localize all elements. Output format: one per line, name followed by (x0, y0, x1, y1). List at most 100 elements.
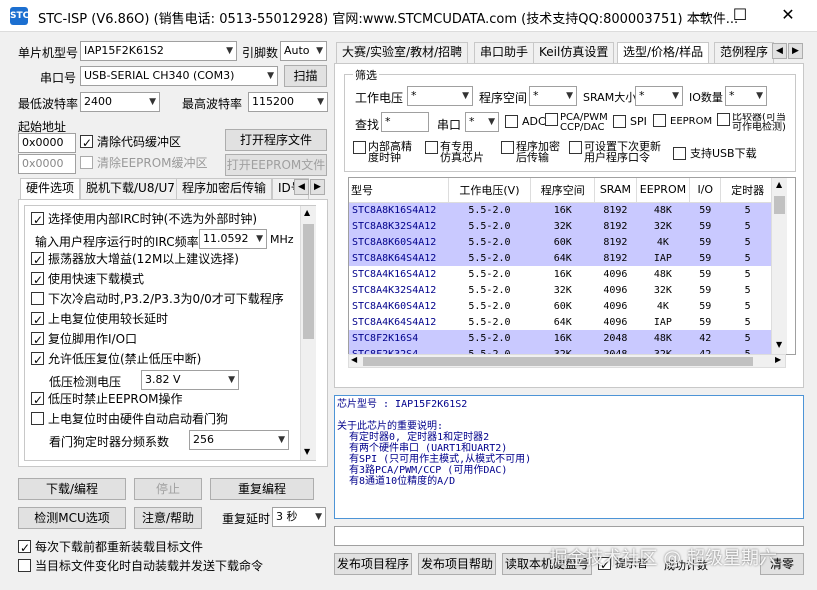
table-cell: 59 (689, 234, 721, 250)
scroll-down-icon[interactable]: ▼ (776, 340, 782, 349)
clear-code-checkbox[interactable]: 清除代码缓冲区 (80, 132, 181, 153)
comparator-checkbox[interactable]: 比较器(可当 可作电检测) (717, 113, 797, 133)
watchdog-divider-select[interactable]: 256 ▼ (189, 430, 289, 450)
table-row[interactable]: STC8A4K32S4A12 5.5-2.0 32K 4096 32K 59 5 (349, 282, 775, 298)
tab-keil-settings[interactable]: Keil仿真设置 (533, 42, 615, 63)
scroll-thumb[interactable] (774, 196, 785, 214)
option-fast-download[interactable]: 使用快速下载模式 (31, 269, 144, 290)
publish-project-button[interactable]: 发布项目程序 (334, 553, 412, 575)
tab-scroll-left-icon[interactable]: ◀ (772, 43, 787, 59)
option-osc-gain[interactable]: 振荡器放大增益(12M以上建议选择) (31, 249, 239, 270)
detect-mcu-button[interactable]: 检测MCU选项 (18, 507, 126, 529)
publish-help-button[interactable]: 发布项目帮助 (418, 553, 496, 575)
table-cell: STC8F2K16S4 (349, 330, 449, 346)
tab-selection-price[interactable]: 选型/价格/样品 (617, 42, 710, 63)
column-header[interactable]: 型号 (349, 178, 449, 203)
open-program-button[interactable]: 打开程序文件 (225, 129, 327, 151)
internal-rc-checkbox[interactable]: 内部高精 度时钟 (353, 141, 412, 163)
option-low-voltage-reset[interactable]: 允许低压复位(禁止低压中断) (31, 349, 201, 370)
table-cell: 5 (744, 284, 751, 296)
port-select[interactable]: USB-SERIAL CH340 (COM3) ▼ (80, 66, 278, 86)
eeprom-checkbox[interactable]: EEPROM (653, 112, 712, 132)
tab-hardware-options[interactable]: 硬件选项 (20, 178, 81, 199)
stop-button[interactable]: 停止 (134, 478, 202, 500)
pca-checkbox[interactable]: PCA/PWM CCP/DAC (545, 113, 608, 133)
open-eeprom-button[interactable]: 打开EEPROM文件 (225, 154, 327, 176)
tab-examples[interactable]: 范例程序 (714, 42, 775, 63)
table-cell: 8192 (594, 218, 637, 234)
tab-encrypted-transfer[interactable]: 程序加密后传输 (176, 178, 273, 199)
adc-checkbox[interactable]: ADC (505, 112, 546, 132)
reprogram-button[interactable]: 重复编程 (210, 478, 314, 500)
download-button[interactable]: 下载/编程 (18, 478, 126, 500)
scroll-up-icon[interactable]: ▲ (304, 208, 310, 217)
table-row[interactable]: STC8A8K60S4A12 5.5-2.0 60K 8192 4K 59 5 (349, 234, 775, 250)
tab-offline-download[interactable]: 脱机下载/U8/U7 (80, 178, 181, 199)
io-count-select[interactable]: * ▼ (725, 86, 767, 106)
table-row[interactable]: STC8A8K32S4A12 5.5-2.0 32K 8192 32K 59 5 (349, 218, 775, 234)
spi-checkbox[interactable]: SPI (613, 112, 647, 132)
scroll-up-icon[interactable]: ▲ (776, 180, 782, 189)
table-cell: 59 (699, 300, 712, 312)
tab-contest-lab[interactable]: 大赛/实验室/教材/招聘 (336, 42, 469, 63)
clear-eeprom-checkbox[interactable]: 清除EEPROM缓冲区 (80, 153, 208, 173)
table-scrollbar[interactable]: ▲ ▼ (771, 178, 787, 354)
scan-button[interactable]: 扫描 (284, 65, 327, 87)
table-row[interactable]: STC8F2K16S4 5.5-2.0 16K 2048 48K 42 5 (349, 330, 775, 346)
eeprom-address-input[interactable]: 0x0000 (18, 154, 76, 174)
max-baud-select[interactable]: 115200 ▼ (248, 92, 328, 112)
table-hscrollbar[interactable]: ◀ ▶ (348, 354, 786, 368)
column-header[interactable]: 定时器 (720, 178, 775, 203)
hscroll-thumb[interactable] (363, 357, 753, 366)
code-address-input[interactable]: 0x0000 (18, 133, 76, 153)
code-space-select[interactable]: * ▼ (529, 86, 577, 106)
scroll-down-icon[interactable]: ▼ (304, 447, 310, 456)
close-button[interactable]: ✕ (765, 0, 811, 32)
table-cell: STC8A4K60S4A12 (352, 300, 437, 312)
usb-download-checkbox[interactable]: 支持USB下载 (673, 144, 757, 164)
options-scrollbar[interactable]: ▲ ▼ (300, 206, 316, 460)
table-row[interactable]: STC8A8K64S4A12 5.5-2.0 64K 8192 IAP 59 5 (349, 250, 775, 266)
user-password-checkbox[interactable]: 可设置下次更新 用户程序口令 (569, 141, 661, 163)
table-cell: 5.5-2.0 (448, 218, 531, 234)
repeat-delay-select[interactable]: 3 秒 ▼ (272, 507, 326, 527)
column-header[interactable]: 工作电压(V) (448, 178, 532, 203)
min-baud-select[interactable]: 2400 ▼ (80, 92, 160, 112)
option-cold-start-p32[interactable]: 下次冷启动时,P3.2/P3.3为0/0才可下载程序 (31, 289, 284, 309)
column-header[interactable]: EEPROM (636, 178, 691, 203)
search-input[interactable]: * (381, 112, 429, 132)
pin-count-select[interactable]: Auto ▼ (280, 41, 327, 61)
debug-chip-checkbox[interactable]: 有专用 仿真芯片 (425, 141, 484, 163)
reload-before-download-checkbox[interactable]: 每次下载前都重新装载目标文件 (18, 537, 203, 558)
scroll-right-icon[interactable]: ▶ (775, 355, 781, 364)
scroll-thumb[interactable] (303, 224, 314, 339)
column-header[interactable]: 程序空间 (530, 178, 596, 203)
uart-select[interactable]: * ▼ (465, 112, 499, 132)
help-button[interactable]: 注意/帮助 (134, 507, 202, 529)
irc-frequency-select[interactable]: 11.0592 ▼ (199, 229, 267, 249)
column-header[interactable]: SRAM (594, 178, 637, 203)
table-row[interactable]: STC8A4K64S4A12 5.5-2.0 64K 4096 IAP 59 5 (349, 314, 775, 330)
table-row[interactable]: STC8A4K60S4A12 5.5-2.0 60K 4096 4K 59 5 (349, 298, 775, 314)
maximize-button[interactable]: ☐ (717, 0, 763, 32)
tab-scroll-right-icon[interactable]: ▶ (788, 43, 803, 59)
scroll-left-icon[interactable]: ◀ (351, 355, 357, 364)
option-auto-watchdog[interactable]: 上电复位时由硬件自动启动看门狗 (31, 409, 228, 429)
tab-scroll-left-icon[interactable]: ◀ (294, 179, 309, 195)
option-lv-eeprom[interactable]: 低压时禁止EEPROM操作 (31, 389, 183, 410)
table-row[interactable]: STC8A8K16S4A12 5.5-2.0 16K 8192 48K 59 5 (349, 202, 775, 218)
encrypt-transfer-checkbox[interactable]: 程序加密 后传输 (501, 141, 560, 163)
voltage-select[interactable]: * ▼ (407, 86, 473, 106)
mcu-type-select[interactable]: IAP15F2K61S2 ▼ (80, 41, 237, 61)
column-header[interactable]: I/O (689, 178, 722, 203)
auto-reload-checkbox[interactable]: 当目标文件变化时自动装载并发送下载命令 (18, 556, 263, 576)
option-reset-as-io[interactable]: 复位脚用作I/O口 (31, 329, 137, 350)
option-internal-irc[interactable]: 选择使用内部IRC时钟(不选为外部时钟) (31, 209, 257, 230)
tab-scroll-right-icon[interactable]: ▶ (310, 179, 325, 195)
option-long-reset-delay[interactable]: 上电复位使用较长延时 (31, 309, 168, 330)
low-voltage-select[interactable]: 3.82 V ▼ (141, 370, 239, 390)
tab-serial-assistant[interactable]: 串口助手 (474, 42, 535, 63)
table-cell: STC8A8K64S4A12 (349, 250, 449, 266)
table-row[interactable]: STC8A4K16S4A12 5.5-2.0 16K 4096 48K 59 5 (349, 266, 775, 282)
sram-select[interactable]: * ▼ (635, 86, 683, 106)
